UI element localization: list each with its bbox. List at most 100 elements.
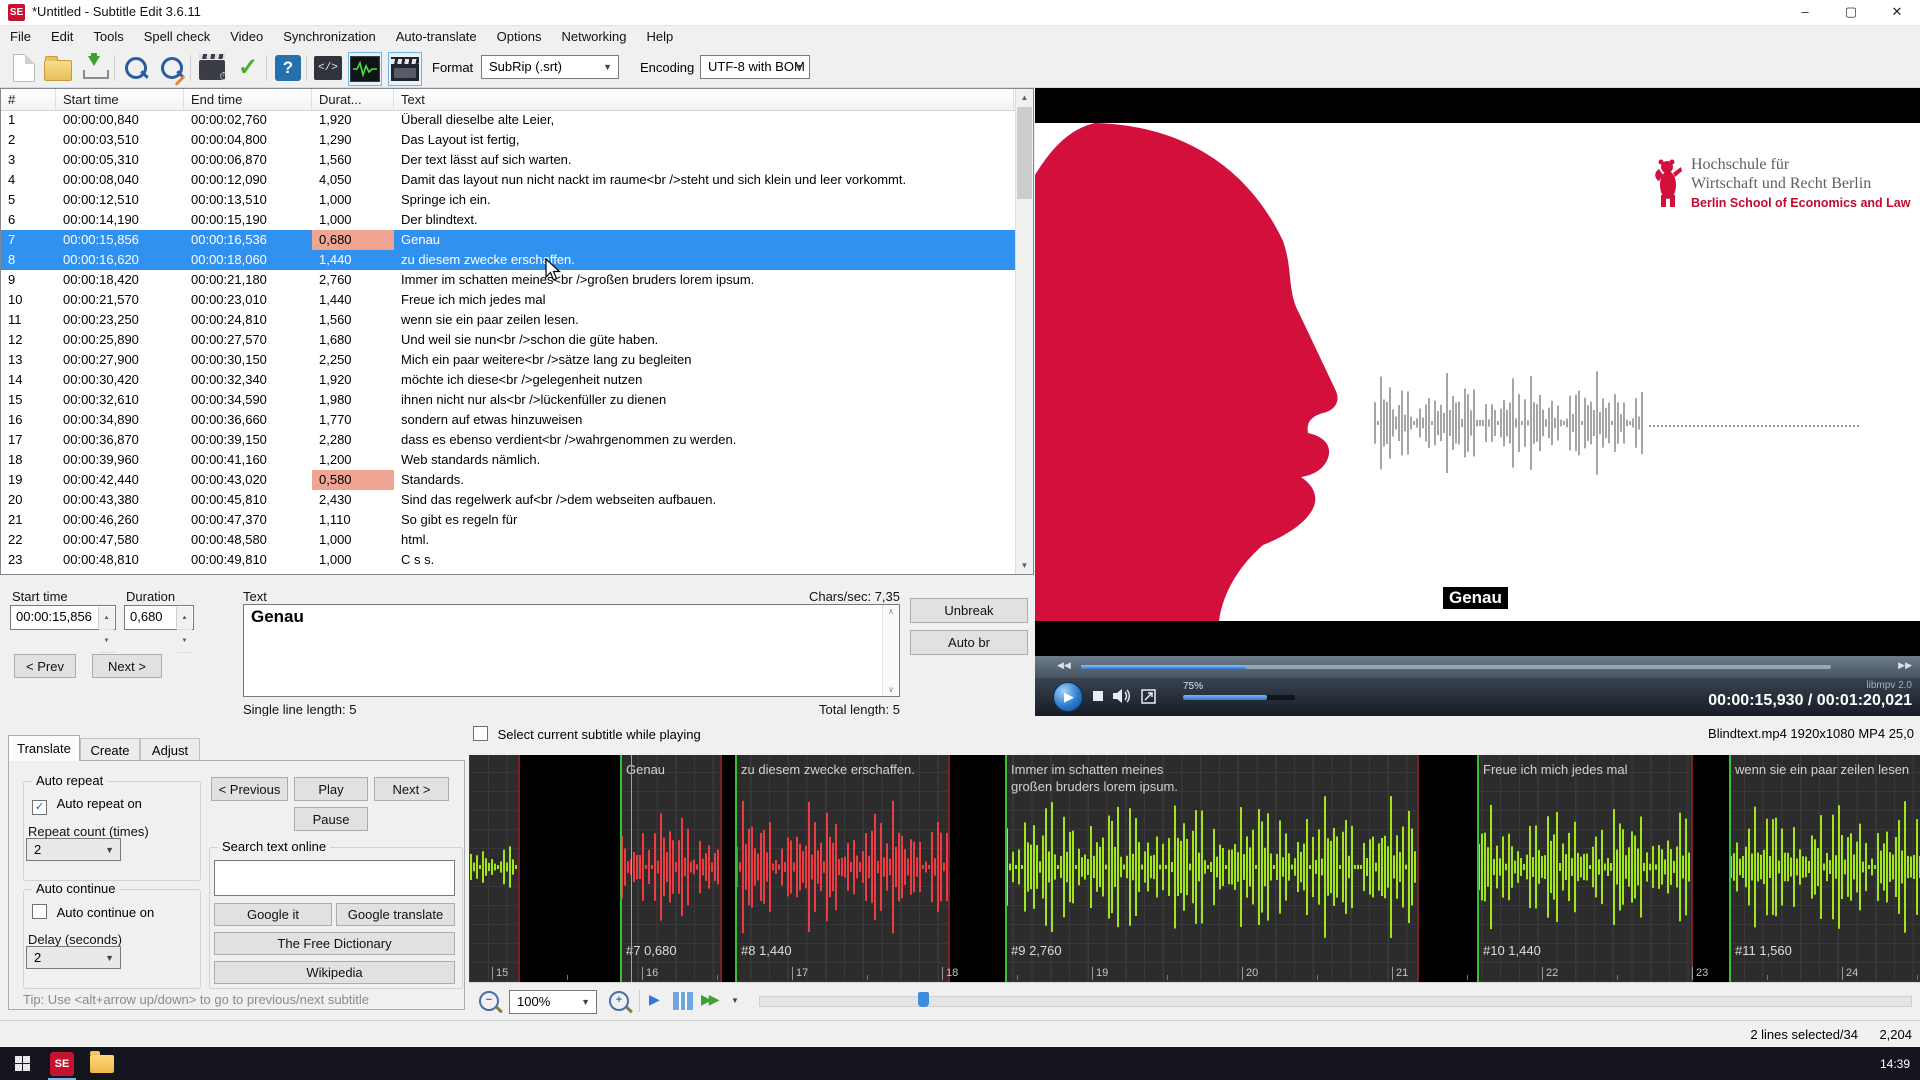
repeat-count-select[interactable]: 2▼ [26, 838, 121, 861]
source-view-icon[interactable]: </> [312, 52, 344, 84]
subtitle-row-3[interactable]: 300:00:05,31000:00:06,8701,560Der text l… [1, 150, 1016, 170]
duration-input[interactable]: 0,680 ▲▼ [124, 605, 194, 630]
find-icon[interactable] [120, 52, 152, 84]
subtitle-row-15[interactable]: 1500:00:32,61000:00:34,5901,980ihnen nic… [1, 390, 1016, 410]
maximize-button[interactable]: ▢ [1828, 0, 1874, 25]
wikipedia-button[interactable]: Wikipedia [214, 961, 455, 984]
tab-adjust[interactable]: Adjust [140, 738, 200, 761]
waveform-region-8[interactable]: zu diesem zwecke erschaffen.#8 1,440 [735, 755, 950, 982]
waveform-zoom-out-icon[interactable]: − [479, 991, 499, 1011]
waveform-playhead[interactable] [631, 755, 632, 982]
save-icon[interactable] [78, 52, 110, 84]
subtitle-row-17[interactable]: 1700:00:36,87000:00:39,1502,280dass es e… [1, 430, 1016, 450]
subtitle-row-22[interactable]: 2200:00:47,58000:00:48,5801,000html. [1, 530, 1016, 550]
auto-repeat-checkbox[interactable]: ✓ Auto repeat on [32, 796, 142, 815]
subtitle-row-10[interactable]: 1000:00:21,57000:00:23,0101,440Freue ich… [1, 290, 1016, 310]
select-current-checkbox[interactable]: Select current subtitle while playing [473, 726, 701, 742]
menu-video[interactable]: Video [220, 26, 273, 47]
menu-networking[interactable]: Networking [551, 26, 636, 47]
visual-sync-icon[interactable] [196, 52, 228, 84]
fullscreen-icon[interactable] [1141, 689, 1156, 704]
pause-button[interactable]: Pause [294, 807, 368, 831]
start-button[interactable] [2, 1047, 42, 1080]
auto-br-button[interactable]: Auto br [910, 630, 1028, 655]
select-current-checkbox-box[interactable] [473, 726, 488, 741]
delay-select[interactable]: 2▼ [26, 946, 121, 969]
waveform-region-9[interactable]: Immer im schatten meines großen bruders … [1005, 755, 1419, 982]
seek-track[interactable] [1081, 665, 1831, 669]
subtitle-text-area[interactable]: Genau ∧∨ [243, 604, 900, 697]
column-header[interactable]: # [1, 89, 56, 110]
waveform-region-6[interactable]: #6 1,000 [469, 755, 520, 982]
help-icon[interactable]: ? [272, 52, 304, 84]
seek-back-icon[interactable]: ◀◀ [1057, 660, 1071, 671]
subtitle-row-18[interactable]: 1800:00:39,96000:00:41,1601,200Web stand… [1, 450, 1016, 470]
waveform-ffwd-caret[interactable]: ▼ [731, 996, 739, 1005]
play-pause-button[interactable]: ▶ [1053, 682, 1083, 712]
subtitle-row-7[interactable]: 700:00:15,85600:00:16,5360,680Genau [1, 230, 1016, 250]
waveform-toggle-icon[interactable] [348, 52, 382, 86]
taskbar-file-explorer-icon[interactable] [82, 1047, 122, 1080]
menu-spell-check[interactable]: Spell check [134, 26, 220, 47]
subtitle-list-scrollbar[interactable]: ▲ ▼ [1015, 89, 1033, 574]
column-header[interactable]: Start time [56, 89, 184, 110]
waveform-zoom-in-icon[interactable]: + [609, 991, 629, 1011]
menu-auto-translate[interactable]: Auto-translate [386, 26, 487, 47]
waveform-ffwd-icon[interactable]: ▶▶ [701, 991, 717, 1008]
encoding-select[interactable]: UTF-8 with BOM▼ [700, 55, 810, 79]
waveform-region-7[interactable]: Genau#7 0,680 [620, 755, 722, 982]
open-file-icon[interactable] [42, 52, 74, 84]
start-time-input[interactable]: 00:00:15,856 ▲▼ [10, 605, 116, 630]
subtitle-row-16[interactable]: 1600:00:34,89000:00:36,6601,770sondern a… [1, 410, 1016, 430]
format-select[interactable]: SubRip (.srt)▼ [481, 55, 619, 79]
waveform-zoom-select[interactable]: 100%▼ [509, 990, 597, 1014]
subtitle-row-4[interactable]: 400:00:08,04000:00:12,0904,050Damit das … [1, 170, 1016, 190]
auto-continue-checkbox[interactable]: Auto continue on [32, 904, 154, 920]
free-dictionary-button[interactable]: The Free Dictionary [214, 932, 455, 955]
next-subtitle-button[interactable]: Next > [92, 654, 162, 678]
next-button[interactable]: Next > [374, 777, 449, 801]
close-button[interactable]: ✕ [1874, 0, 1920, 25]
spell-check-icon[interactable]: ✓ [232, 52, 264, 84]
tab-create[interactable]: Create [80, 738, 140, 761]
subtitle-row-1[interactable]: 100:00:00,84000:00:02,7601,920Überall di… [1, 110, 1016, 130]
google-translate-button[interactable]: Google translate [336, 903, 455, 926]
menu-file[interactable]: File [0, 26, 41, 47]
column-header[interactable]: Durat... [312, 89, 394, 110]
waveform-region-10[interactable]: Freue ich mich jedes mal#10 1,440 [1477, 755, 1693, 982]
google-it-button[interactable]: Google it [214, 903, 332, 926]
subtitle-row-9[interactable]: 900:00:18,42000:00:21,1802,760Immer im s… [1, 270, 1016, 290]
waveform-view[interactable]: #6 1,000 Genau#7 0,680zu diesem zwecke er… [469, 755, 1920, 982]
new-file-icon[interactable] [8, 52, 40, 84]
subtitle-row-12[interactable]: 1200:00:25,89000:00:27,5701,680Und weil … [1, 330, 1016, 350]
taskbar-subtitle-edit-icon[interactable]: SE [42, 1047, 82, 1080]
column-header[interactable]: Text [394, 89, 1014, 110]
subtitle-row-21[interactable]: 2100:00:46,26000:00:47,3701,110So gibt e… [1, 510, 1016, 530]
subtitle-list-header[interactable]: #Start timeEnd timeDurat...Text [1, 89, 1016, 111]
play-button[interactable]: Play [294, 777, 368, 801]
stop-button[interactable] [1093, 691, 1103, 701]
menu-edit[interactable]: Edit [41, 26, 83, 47]
subtitle-row-14[interactable]: 1400:00:30,42000:00:32,3401,920möchte ic… [1, 370, 1016, 390]
volume-icon[interactable] [1113, 688, 1133, 704]
waveform-region-11[interactable]: wenn sie ein paar zeilen lesen#11 1,560 [1729, 755, 1920, 982]
subtitle-row-5[interactable]: 500:00:12,51000:00:13,5101,000Springe ic… [1, 190, 1016, 210]
subtitle-row-2[interactable]: 200:00:03,51000:00:04,8001,290Das Layout… [1, 130, 1016, 150]
subtitle-row-23[interactable]: 2300:00:48,81000:00:49,8101,000C s s. [1, 550, 1016, 570]
subtitle-row-11[interactable]: 1100:00:23,25000:00:24,8101,560wenn sie … [1, 310, 1016, 330]
waveform-position-marker[interactable] [918, 992, 929, 1007]
waveform-vertical-zoom-icon[interactable] [673, 992, 693, 1010]
search-text-input[interactable] [214, 860, 455, 896]
menu-help[interactable]: Help [637, 26, 684, 47]
subtitle-row-19[interactable]: 1900:00:42,44000:00:43,0200,580Standards… [1, 470, 1016, 490]
minimize-button[interactable]: – [1782, 0, 1828, 25]
menu-synchronization[interactable]: Synchronization [273, 26, 386, 47]
subtitle-row-8[interactable]: 800:00:16,62000:00:18,0601,440zu diesem … [1, 250, 1016, 270]
prev-subtitle-button[interactable]: < Prev [14, 654, 76, 678]
replace-icon[interactable] [156, 52, 188, 84]
subtitle-row-20[interactable]: 2000:00:43,38000:00:45,8102,430Sind das … [1, 490, 1016, 510]
waveform-scrollbar[interactable] [759, 996, 1912, 1007]
volume-slider[interactable] [1183, 695, 1295, 700]
subtitle-row-13[interactable]: 1300:00:27,90000:00:30,1502,250Mich ein … [1, 350, 1016, 370]
seek-forward-icon[interactable]: ▶▶ [1898, 660, 1912, 671]
